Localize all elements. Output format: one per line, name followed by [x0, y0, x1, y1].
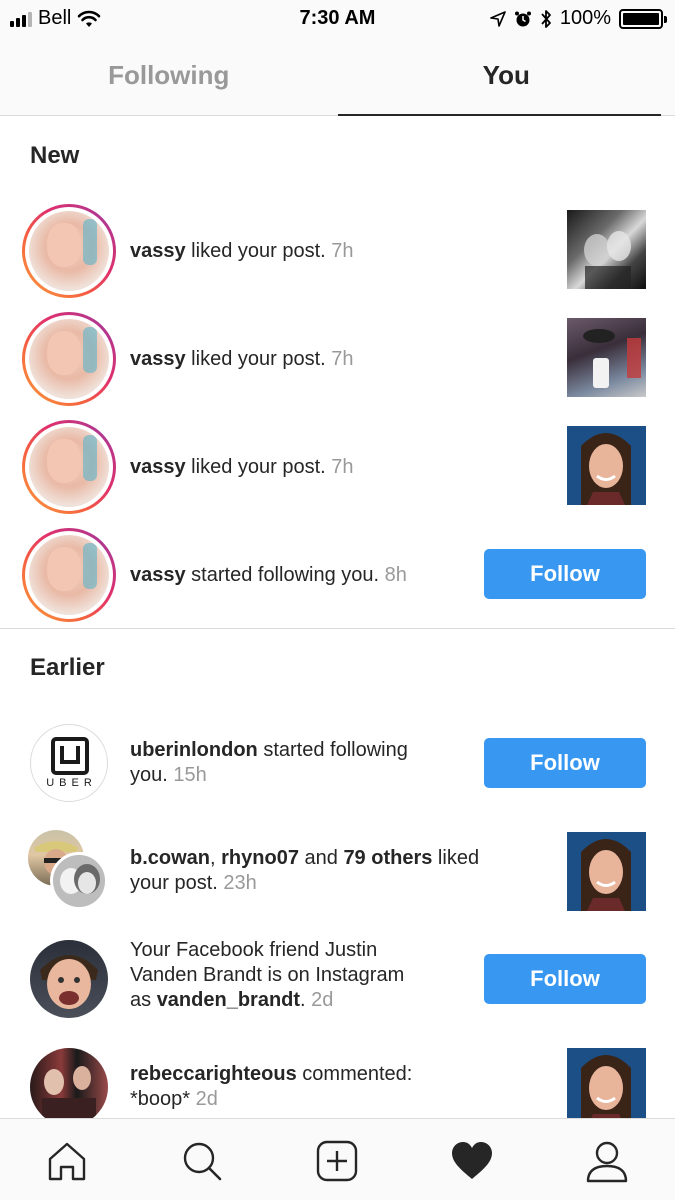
avatar[interactable]: [22, 528, 116, 622]
section-title-earlier: Earlier: [30, 654, 105, 681]
follow-button[interactable]: Follow: [484, 954, 646, 1004]
post-thumbnail[interactable]: [567, 318, 646, 397]
tab-you[interactable]: You: [337, 38, 675, 116]
list-item[interactable]: vassy started following you. 8h Follow: [0, 526, 675, 626]
separator-text: ,: [210, 847, 222, 869]
list-item[interactable]: Your Facebook friend Justin Vanden Brand…: [0, 938, 675, 1048]
bluetooth-icon: [541, 9, 551, 28]
comment-text: *boop*: [130, 1088, 191, 1110]
notification-text: b.cowan, rhyno07 and 79 others liked you…: [130, 846, 479, 896]
conjunction-text: and: [298, 847, 344, 869]
search-icon[interactable]: [180, 1139, 224, 1183]
alarm-icon: [514, 11, 531, 26]
notification-text: vassy started following you. 8h: [130, 563, 407, 588]
avatar[interactable]: [22, 204, 116, 298]
action-text: commented:: [296, 1063, 413, 1085]
notification-text: Your Facebook friend Justin Vanden Brand…: [130, 938, 404, 1013]
add-icon[interactable]: [315, 1139, 359, 1183]
section-title-new: New: [30, 142, 80, 169]
action-text: your post.: [130, 872, 218, 894]
message-text: as: [130, 989, 157, 1011]
bottom-tab-bar: [0, 1118, 675, 1200]
notification-text: vassy liked your post. 7h: [130, 347, 354, 372]
timestamp: 7h: [331, 240, 354, 262]
list-item[interactable]: rebeccarighteous commented: *boop* 2d: [0, 1046, 675, 1118]
action-text: liked: [432, 847, 480, 869]
timestamp: 7h: [331, 456, 354, 478]
uber-logo-icon: [51, 737, 89, 775]
uber-wordmark: UBER: [46, 777, 97, 789]
message-text: Your Facebook friend Justin: [130, 939, 378, 961]
timestamp: 2d: [195, 1088, 218, 1110]
avatar[interactable]: [30, 1048, 108, 1118]
message-text: .: [300, 989, 306, 1011]
username[interactable]: vanden_brandt: [157, 989, 300, 1011]
action-text: you.: [130, 764, 168, 786]
username[interactable]: vassy: [130, 456, 186, 478]
location-icon: [490, 10, 506, 27]
section-divider: [0, 628, 675, 629]
activity-feed[interactable]: New vassy liked your post. 7h vassy like…: [0, 116, 675, 1118]
follow-button[interactable]: Follow: [484, 738, 646, 788]
timestamp: 2d: [311, 989, 334, 1011]
post-thumbnail[interactable]: [567, 832, 646, 911]
action-text: liked your post.: [185, 240, 326, 262]
avatar-stack[interactable]: [28, 830, 110, 912]
username[interactable]: rhyno07: [221, 847, 299, 869]
notification-text: vassy liked your post. 7h: [130, 239, 354, 264]
username[interactable]: uberinlondon: [130, 739, 258, 761]
avatar[interactable]: [22, 420, 116, 514]
username[interactable]: vassy: [130, 240, 186, 262]
post-thumbnail[interactable]: [567, 426, 646, 505]
avatar[interactable]: [50, 852, 108, 910]
battery-icon: [619, 8, 667, 29]
post-thumbnail[interactable]: [567, 1048, 646, 1118]
battery-percent: 100%: [559, 7, 611, 29]
heart-icon[interactable]: [450, 1139, 494, 1183]
notification-text: rebeccarighteous commented: *boop* 2d: [130, 1062, 412, 1112]
username[interactable]: b.cowan: [130, 847, 210, 869]
notification-text: uberinlondon started following you. 15h: [130, 738, 408, 788]
timestamp: 23h: [223, 872, 257, 894]
action-text: started following you.: [185, 564, 380, 586]
timestamp: 8h: [384, 564, 407, 586]
username[interactable]: vassy: [130, 348, 186, 370]
activity-tabs: Following You: [0, 38, 675, 116]
timestamp: 15h: [173, 764, 207, 786]
avatar[interactable]: [30, 940, 108, 1018]
action-text: liked your post.: [185, 348, 326, 370]
profile-icon[interactable]: [585, 1139, 629, 1183]
status-bar: Bell 7:30 AM 100%: [0, 0, 675, 38]
action-text: started following: [257, 739, 408, 761]
timestamp: 7h: [331, 348, 354, 370]
list-item[interactable]: vassy liked your post. 7h: [0, 418, 675, 518]
list-item[interactable]: vassy liked your post. 7h: [0, 202, 675, 302]
post-thumbnail[interactable]: [567, 210, 646, 289]
home-icon[interactable]: [45, 1139, 89, 1183]
list-item[interactable]: b.cowan, rhyno07 and 79 others liked you…: [0, 830, 675, 930]
username[interactable]: rebeccarighteous: [130, 1063, 297, 1085]
avatar[interactable]: [22, 312, 116, 406]
others-link[interactable]: 79 others: [343, 847, 432, 869]
message-text: Vanden Brandt is on Instagram: [130, 964, 405, 986]
username[interactable]: vassy: [130, 564, 186, 586]
action-text: liked your post.: [185, 456, 326, 478]
tab-following[interactable]: Following: [0, 38, 338, 115]
list-item[interactable]: UBER uberinlondon started following you.…: [0, 722, 675, 822]
follow-button[interactable]: Follow: [484, 549, 646, 599]
avatar[interactable]: UBER: [30, 724, 108, 802]
list-item[interactable]: vassy liked your post. 7h: [0, 310, 675, 410]
notification-text: vassy liked your post. 7h: [130, 455, 354, 480]
